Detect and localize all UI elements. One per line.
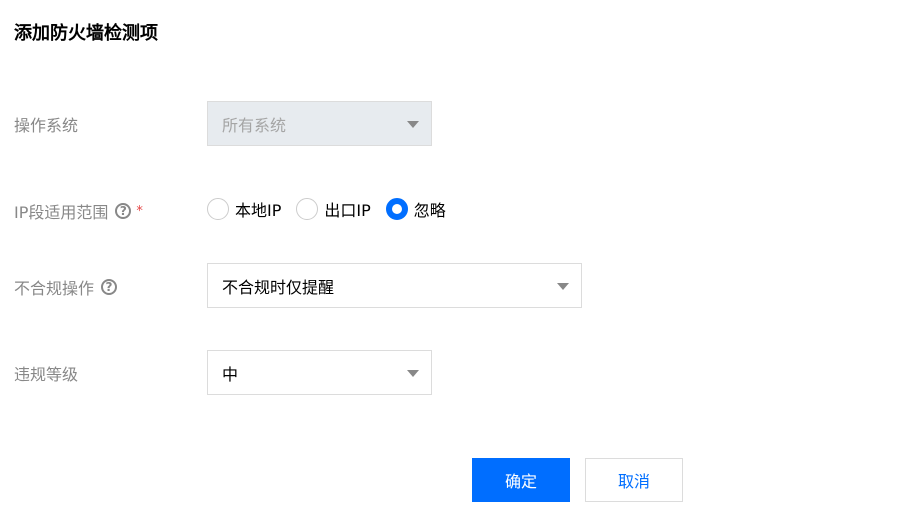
severity-label: 违规等级 — [14, 365, 79, 384]
radio-icon[interactable] — [207, 198, 229, 220]
noncompliance-select[interactable]: 不合规时仅提醒 — [207, 263, 582, 308]
radio-label-local-ip: 本地IP — [235, 201, 282, 220]
ip-range-radio-group: 本地IP 出口IP 忽略 — [207, 197, 461, 221]
noncompliance-select-value: 不合规时仅提醒 — [222, 277, 335, 297]
help-icon[interactable]: ? — [115, 203, 132, 219]
os-select[interactable]: 所有系统 — [207, 101, 432, 146]
radio-icon[interactable] — [296, 198, 319, 220]
os-select-value: 所有系统 — [222, 115, 287, 135]
chevron-down-icon — [557, 282, 569, 290]
radio-label-egress-ip: 出口IP — [324, 201, 371, 220]
severity-select[interactable]: 中 — [207, 350, 432, 395]
os-label-row: 操作系统 — [14, 112, 78, 136]
radio-egress-ip[interactable]: 出口IP — [296, 197, 371, 221]
help-icon[interactable]: ? — [101, 279, 118, 295]
ip-range-label: IP段适用范围 — [14, 203, 109, 222]
cancel-button[interactable]: 取消 — [585, 458, 683, 502]
noncompliance-label: 不合规操作 — [14, 279, 95, 298]
radio-local-ip[interactable]: 本地IP — [207, 197, 281, 221]
radio-checked-icon[interactable] — [385, 198, 408, 220]
ip-range-label-row: IP段适用范围 ? * — [14, 199, 143, 223]
dialog-title: 添加防火墙检测项 — [14, 23, 158, 44]
os-label: 操作系统 — [14, 116, 79, 135]
chevron-down-icon — [407, 120, 419, 128]
confirm-button[interactable]: 确定 — [472, 458, 570, 502]
severity-select-value: 中 — [222, 364, 239, 384]
required-mark: * — [136, 203, 143, 219]
chevron-down-icon — [407, 369, 419, 377]
radio-ignore[interactable]: 忽略 — [385, 197, 446, 221]
severity-label-row: 违规等级 — [14, 361, 78, 385]
radio-label-ignore: 忽略 — [413, 201, 446, 220]
noncompliance-label-row: 不合规操作 ? — [14, 275, 118, 299]
